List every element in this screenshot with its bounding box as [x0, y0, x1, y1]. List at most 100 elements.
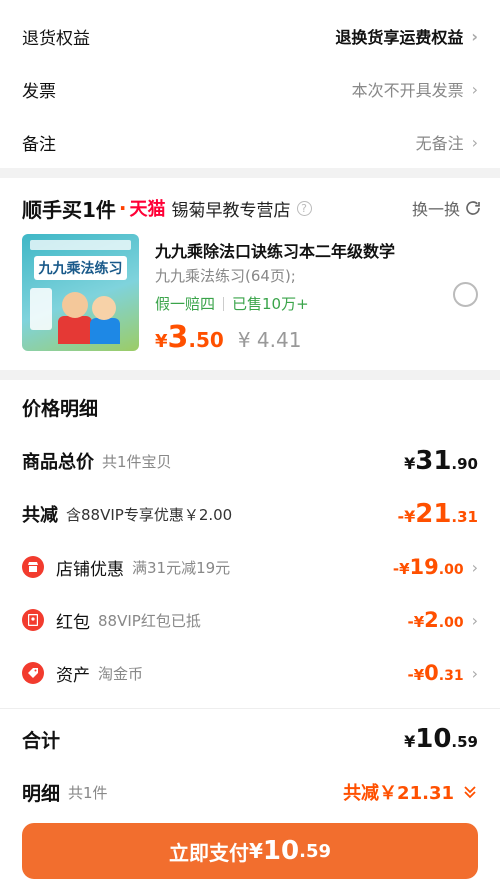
- amount-decimal: .31: [451, 508, 478, 526]
- total-reduction-amount: -¥ 21.31: [397, 499, 478, 529]
- goods-total-amount: ¥31.90: [404, 446, 478, 476]
- taojinbi-note: 淘金币: [98, 664, 144, 683]
- chevron-double-down-icon: [464, 786, 476, 799]
- add-on-brand: 顺手买1件: [22, 197, 116, 222]
- amount-decimal: .00: [438, 562, 464, 578]
- goods-total-row: 商品总价 共1件宝贝 ¥31.90: [22, 446, 478, 476]
- remark-text: 无备注: [415, 134, 464, 153]
- product-thumbnail[interactable]: 九九乘法练习: [22, 234, 139, 351]
- pay-now-button[interactable]: 立即支付 ¥10.59: [22, 823, 478, 879]
- return-rights-value: 退换货享运费权益 ›: [335, 24, 478, 48]
- product-price: ¥3.50 ¥ 4.41: [155, 320, 301, 355]
- return-rights-label: 退货权益: [22, 28, 90, 49]
- original-price: ¥ 4.41: [237, 328, 302, 352]
- thumb-child-face: [92, 296, 116, 320]
- price-detail-title: 价格明细: [22, 398, 99, 420]
- shop-discount-label: 店铺优惠: [56, 559, 124, 580]
- total-reduction-label: 共减: [22, 505, 58, 526]
- chevron-right-icon: ›: [471, 79, 478, 99]
- order-options-card: 退货权益 退换货享运费权益 › 发票 本次不开具发票 › 备注 无备注 ›: [0, 0, 500, 168]
- shop-icon: [22, 556, 44, 578]
- price-integer: 3: [167, 320, 189, 355]
- red-packet-row[interactable]: 红包 88VIP红包已抵 -¥ 2.00 ›: [22, 605, 478, 635]
- pay-label: 立即支付: [169, 840, 249, 865]
- vip-discount-note: 含88VIP专享优惠￥2.00: [66, 505, 233, 524]
- thumb-banner: [30, 240, 131, 250]
- invoice-value: 本次不开具发票 ›: [352, 77, 478, 101]
- amount-integer: 31: [415, 446, 452, 476]
- red-packet-note: 88VIP红包已抵: [98, 611, 201, 630]
- amount-currency: ¥: [404, 732, 416, 751]
- detail-label: 明细: [22, 782, 61, 805]
- chevron-right-icon: ›: [471, 663, 478, 683]
- amount-decimal: .90: [451, 455, 478, 473]
- remark-value: 无备注 ›: [416, 130, 478, 154]
- grand-total-label: 合计: [22, 729, 61, 752]
- amount-integer: 19: [409, 555, 439, 579]
- thumb-child-figure: [58, 316, 92, 344]
- add-on-shop-card: 顺手买1件 · 天猫 锡菊早教专营店 ? 换一换 九九乘法练习 九九乘除法口诀练…: [0, 178, 500, 370]
- amount-currency: -¥: [407, 613, 425, 631]
- amount-currency: -¥: [397, 507, 416, 526]
- thumb-child-figure: [90, 318, 120, 344]
- question-icon[interactable]: ?: [296, 200, 312, 216]
- red-packet-amount: -¥ 2.00: [407, 608, 463, 632]
- divider: [0, 708, 500, 709]
- grand-total-row: 合计 ¥10.59: [22, 724, 478, 754]
- red-packet-icon: [22, 609, 44, 631]
- chevron-right-icon: ›: [471, 132, 478, 152]
- amount-integer: 2: [424, 608, 439, 632]
- chevron-right-icon: ›: [471, 557, 478, 577]
- assets-row[interactable]: 资产 淘金币 -¥ 0.31 ›: [22, 658, 478, 688]
- invoice-label: 发票: [22, 81, 56, 102]
- amount-decimal: .00: [438, 615, 464, 631]
- assets-label: 资产: [56, 665, 90, 686]
- red-packet-label: 红包: [56, 612, 90, 633]
- amount-currency: -¥: [407, 666, 425, 684]
- return-rights-text: 退换货享运费权益: [335, 28, 464, 47]
- chevron-right-icon: ›: [471, 26, 478, 46]
- amount-integer: 21: [415, 499, 452, 529]
- shop-discount-amount: -¥ 19.00: [393, 555, 464, 579]
- shop-discount-rule: 满31元减19元: [132, 558, 231, 577]
- product-title[interactable]: 九九乘除法口诀练习本二年级数学: [155, 238, 395, 262]
- amount-currency: ¥: [404, 454, 416, 473]
- remark-row[interactable]: 备注 无备注 ›: [22, 122, 478, 162]
- detail-reduction: 共减￥21.31: [343, 779, 478, 805]
- invoice-row[interactable]: 发票 本次不开具发票 ›: [22, 69, 478, 109]
- price-decimal: .50: [188, 328, 224, 352]
- price-detail-card: 价格明细 商品总价 共1件宝贝 ¥31.90 共减 含88VIP专享优惠￥2.0…: [0, 380, 500, 885]
- swap-button[interactable]: 换一换: [412, 196, 482, 220]
- detail-row[interactable]: 明细 共1件 共减￥21.31: [22, 777, 478, 807]
- detail-reduction-text: 共减￥21.31: [343, 783, 454, 804]
- coin-tag-icon: [22, 662, 44, 684]
- grand-total-amount: ¥10.59: [404, 724, 478, 754]
- shop-name[interactable]: 锡菊早教专营店: [172, 196, 291, 221]
- tmall-logo: 天猫: [129, 199, 166, 220]
- thumb-title: 九九乘法练习: [34, 256, 127, 280]
- refresh-icon: [466, 201, 480, 215]
- product-spec: 九九乘法练习(64页);: [155, 267, 296, 285]
- pay-integer: 10: [262, 836, 300, 866]
- select-radio[interactable]: [453, 282, 478, 307]
- sold-count-tag: 已售10万+: [232, 295, 309, 313]
- goods-count: 共1件宝贝: [102, 452, 172, 471]
- guarantee-tag: 假一赔四: [155, 295, 216, 313]
- shop-discount-row[interactable]: 店铺优惠 满31元减19元 -¥ 19.00 ›: [22, 552, 478, 582]
- swap-label: 换一换: [411, 200, 460, 219]
- remark-label: 备注: [22, 134, 56, 155]
- goods-total-label: 商品总价: [22, 452, 94, 473]
- thumb-child-face: [62, 292, 88, 318]
- shop-header: 顺手买1件 · 天猫 锡菊早教专营店 ? 换一换: [22, 194, 482, 222]
- product-tags: 假一赔四 已售10万+: [155, 293, 309, 314]
- return-rights-row[interactable]: 退货权益 退换货享运费权益 ›: [22, 16, 478, 56]
- invoice-text: 本次不开具发票: [351, 81, 464, 100]
- detail-count: 共1件: [68, 783, 108, 802]
- thumb-side-label: [30, 288, 52, 330]
- pay-decimal: .59: [299, 840, 331, 862]
- chevron-right-icon: ›: [471, 610, 478, 630]
- tag-divider: [223, 296, 225, 311]
- price-currency: ¥: [155, 331, 168, 352]
- current-price: ¥3.50: [155, 320, 224, 355]
- amount-decimal: .59: [451, 733, 478, 751]
